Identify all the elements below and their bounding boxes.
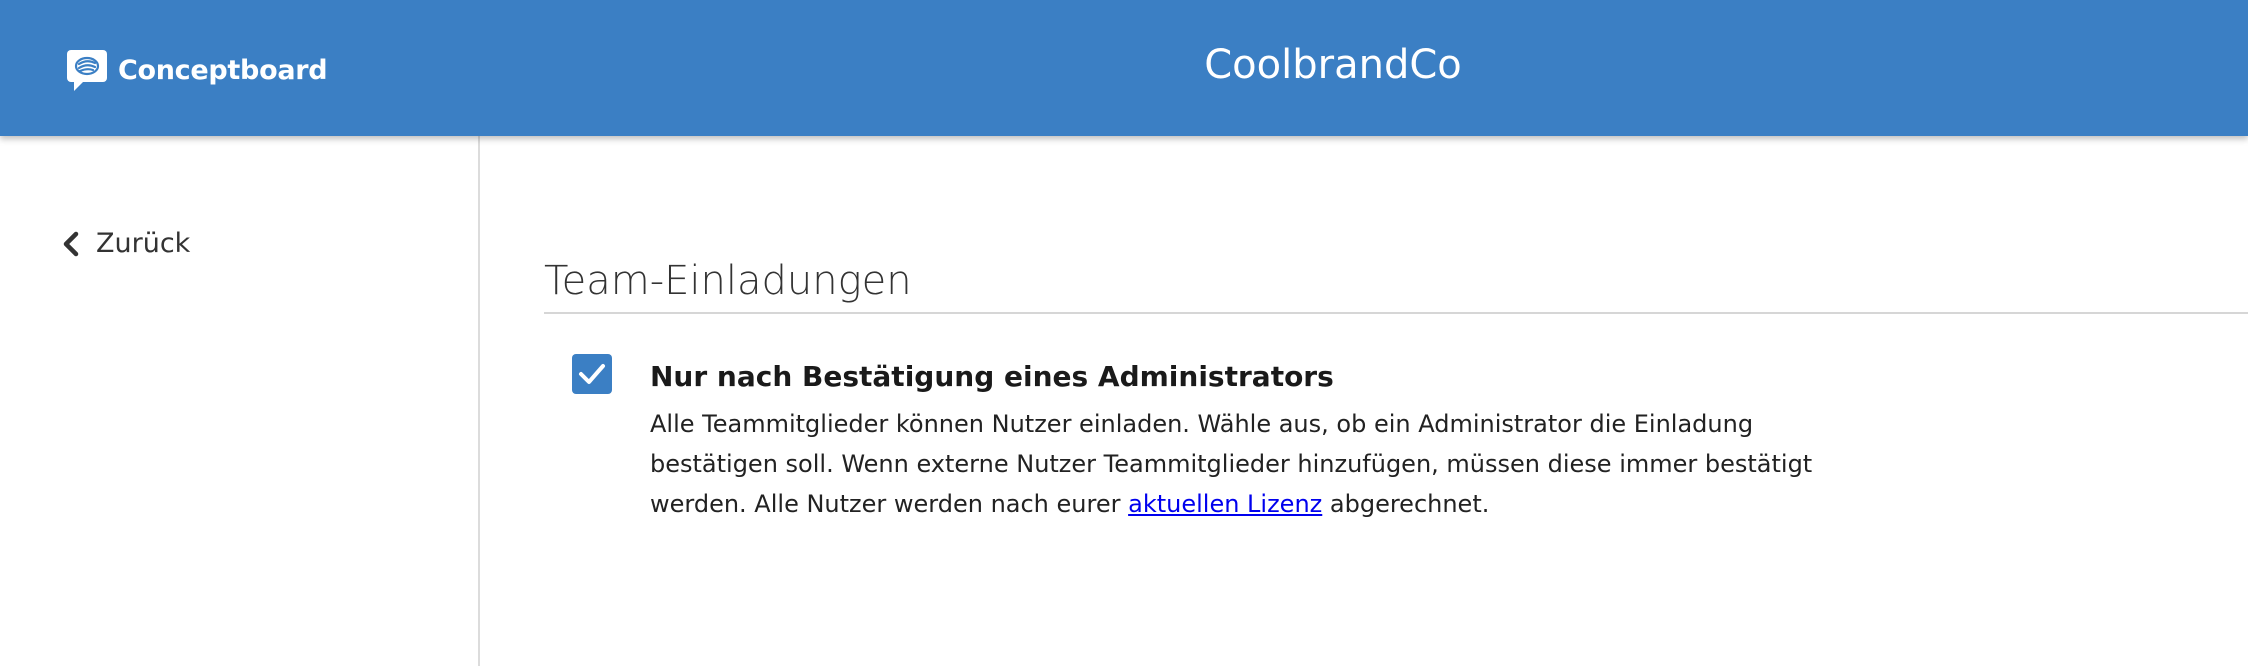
conceptboard-logo[interactable]: Conceptboard <box>66 48 328 92</box>
option-description: Alle Teammitglieder können Nutzer einlad… <box>650 404 1850 524</box>
admin-approval-checkbox[interactable] <box>572 354 612 394</box>
back-label: Zurück <box>96 228 191 259</box>
section-title: Team-Einladungen <box>544 258 912 304</box>
license-link[interactable]: aktuellen Lizenz <box>1128 490 1322 518</box>
section-divider <box>544 312 2248 314</box>
sidebar: Zurück <box>0 136 480 666</box>
option-description-suffix: abgerechnet. <box>1322 490 1490 518</box>
option-title: Nur nach Bestätigung eines Administrator… <box>650 360 1334 393</box>
brand-title: CoolbrandCo <box>1204 42 1462 88</box>
checkmark-icon <box>579 364 605 384</box>
logo-text: Conceptboard <box>118 54 328 86</box>
chevron-left-icon <box>63 231 79 256</box>
top-bar: Conceptboard CoolbrandCo <box>0 0 2248 136</box>
conceptboard-logo-icon <box>67 50 107 91</box>
back-link[interactable]: Zurück <box>62 228 190 259</box>
main-content: Team-Einladungen Nur nach Bestätigung ei… <box>480 136 2248 666</box>
